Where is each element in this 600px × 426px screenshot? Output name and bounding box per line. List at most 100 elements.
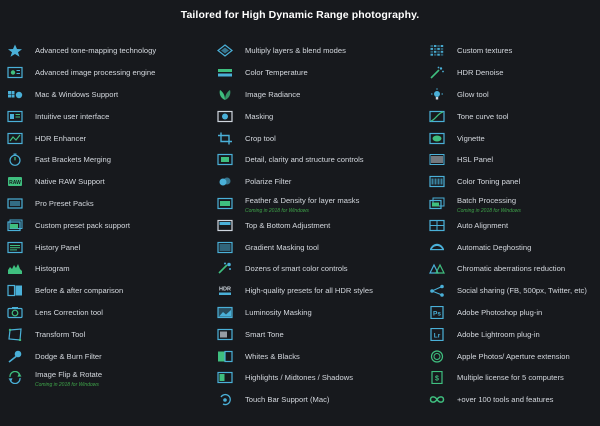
feature-label: Masking xyxy=(245,111,274,121)
feature-item: Top & Bottom Adjustment xyxy=(216,214,421,236)
transform-icon xyxy=(6,327,24,341)
top-bottom-icon xyxy=(216,218,234,232)
feature-item: Auto Alignment xyxy=(428,214,598,236)
feature-item: Smart Tone xyxy=(216,323,421,345)
feature-item: Gradient Masking tool xyxy=(216,236,421,258)
feature-item: Whites & Blacks xyxy=(216,345,421,367)
histogram-icon xyxy=(6,262,24,276)
feature-label: Batch Processing xyxy=(457,195,517,205)
feature-item: Crop tool xyxy=(216,127,421,149)
feature-label: Chromatic aberrations reduction xyxy=(457,264,566,274)
feature-label: Custom textures xyxy=(457,46,513,56)
color-controls-icon xyxy=(216,262,234,276)
feature-label: Smart Tone xyxy=(245,329,284,339)
feature-label: Multiply layers & blend modes xyxy=(245,46,346,56)
feature-item: Vignette xyxy=(428,127,598,149)
feature-label: Auto Alignment xyxy=(457,220,509,230)
feature-item: Pro Preset Packs xyxy=(6,193,211,215)
feature-label: Tone curve tool xyxy=(457,111,509,121)
radiance-icon xyxy=(216,87,234,101)
feature-label: Lens Correction tool xyxy=(35,307,103,317)
hdr-badge-icon: HDR xyxy=(216,284,234,298)
feature-item: Polarize Filter xyxy=(216,171,421,193)
dodge-burn-icon xyxy=(6,349,24,363)
feature-label: +over 100 tools and features xyxy=(457,395,554,405)
feature-label: Luminosity Masking xyxy=(245,307,312,317)
feature-label: Vignette xyxy=(457,133,485,143)
feature-item: Transform Tool xyxy=(6,323,211,345)
hsl-icon xyxy=(428,153,446,167)
feature-column-3: Custom textures HDR Denoise Glow tool Tone … xyxy=(428,40,598,411)
feature-item: Masking xyxy=(216,105,421,127)
feature-item: Color Temperature xyxy=(216,62,421,84)
feature-item: History Panel xyxy=(6,236,211,258)
feature-item: Lens Correction tool xyxy=(6,302,211,324)
feature-label: Adobe Photoshop plug-in xyxy=(457,307,543,317)
whites-blacks-icon xyxy=(216,349,234,363)
coming-soon-note: Coming in 2018 for Windows xyxy=(245,207,309,214)
feature-label: Glow tool xyxy=(457,89,489,99)
feature-item: Glow tool xyxy=(428,84,598,106)
temperature-icon xyxy=(216,66,234,80)
feature-item: Custom preset pack support xyxy=(6,214,211,236)
feature-label: Color Toning panel xyxy=(457,177,521,187)
feature-item: Color Toning panel xyxy=(428,171,598,193)
feature-label: Pro Preset Packs xyxy=(35,198,94,208)
feature-item: RAW Native RAW Support xyxy=(6,171,211,193)
masking-icon xyxy=(216,109,234,123)
share-icon xyxy=(428,284,446,298)
feature-label: HDR Enhancer xyxy=(35,133,87,143)
feature-label: Transform Tool xyxy=(35,329,86,339)
feature-label: Custom preset pack support xyxy=(35,220,130,230)
feature-label: Polarize Filter xyxy=(245,177,292,187)
feature-label: Advanced tone-mapping technology xyxy=(35,46,157,56)
feature-column-2: Multiply layers & blend modes Color Tempe… xyxy=(216,40,421,411)
feature-item: Lr Adobe Lightroom plug-in xyxy=(428,323,598,345)
feature-label: Social sharing (FB, 500px, Twitter, etc) xyxy=(457,286,587,296)
feature-label: Native RAW Support xyxy=(35,177,105,187)
feature-label: Dozens of smart color controls xyxy=(245,264,348,274)
denoise-icon xyxy=(428,66,446,80)
feature-label: Before & after comparison xyxy=(35,286,124,296)
feature-label: Highlights / Midtones / Shadows xyxy=(245,373,354,383)
feature-label: Automatic Deghosting xyxy=(457,242,532,252)
touch-icon xyxy=(216,393,234,407)
feature-item: Tone curve tool xyxy=(428,105,598,127)
preset-icon xyxy=(6,196,24,210)
svg-text:Ps: Ps xyxy=(433,310,441,317)
ps-icon: Ps xyxy=(428,305,446,319)
gradient-mask-icon xyxy=(216,240,234,254)
feature-column-1: Advanced tone-mapping technology Advanced… xyxy=(6,40,211,389)
feature-item: Dodge & Burn Filter xyxy=(6,345,211,367)
feature-label: Dodge & Burn Filter xyxy=(35,351,102,361)
feature-item: Luminosity Masking xyxy=(216,302,421,324)
svg-text:$: $ xyxy=(435,376,439,383)
batch-icon xyxy=(428,196,446,210)
gear-screen-icon xyxy=(6,66,24,80)
layers-icon xyxy=(216,44,234,58)
feature-label: Color Temperature xyxy=(245,68,308,78)
smart-tone-icon xyxy=(216,327,234,341)
feature-item: Highlights / Midtones / Shadows xyxy=(216,367,421,389)
feature-label: Histogram xyxy=(35,264,70,274)
history-icon xyxy=(6,240,24,254)
compare-icon xyxy=(6,284,24,298)
coming-soon-note: Coming in 2018 for Windows xyxy=(35,381,99,388)
feature-item: Chromatic aberrations reduction xyxy=(428,258,598,280)
feature-item: Image Flip & Rotate Coming in 2018 for Wi… xyxy=(6,367,211,389)
os-logos-icon xyxy=(6,87,24,101)
feature-label: Whites & Blacks xyxy=(245,351,300,361)
tones-icon xyxy=(216,371,234,385)
feature-item: Detail, clarity and structure controls xyxy=(216,149,421,171)
raw-icon: RAW xyxy=(6,175,24,189)
feature-item: Apple Photos/ Aperture extension xyxy=(428,345,598,367)
feature-item: Before & after comparison xyxy=(6,280,211,302)
feature-item: Mac & Windows Support xyxy=(6,84,211,106)
deghost-icon xyxy=(428,240,446,254)
feature-item: Custom textures xyxy=(428,40,598,62)
feature-item: HDR Enhancer xyxy=(6,127,211,149)
feather-icon xyxy=(216,196,234,210)
feature-label: Intuitive user interface xyxy=(35,111,110,121)
feature-item: Multiply layers & blend modes xyxy=(216,40,421,62)
feature-item: Ps Adobe Photoshop plug-in xyxy=(428,302,598,324)
